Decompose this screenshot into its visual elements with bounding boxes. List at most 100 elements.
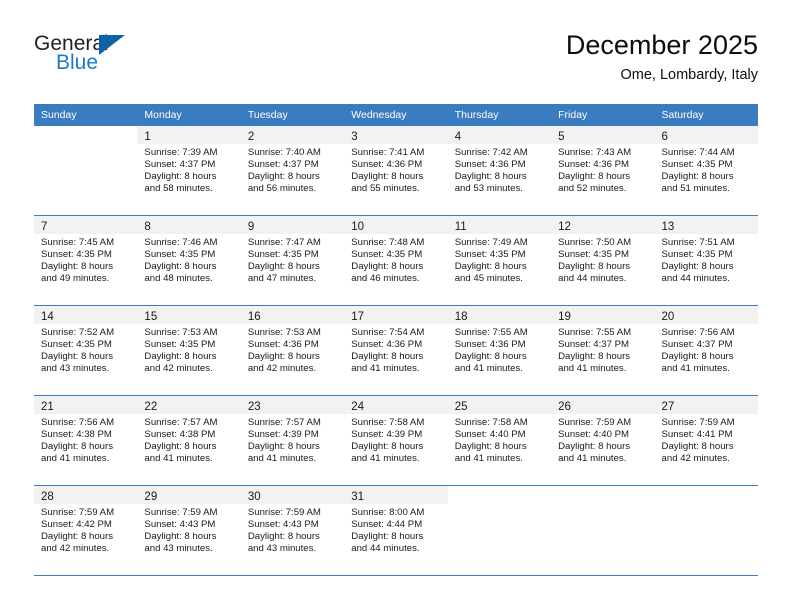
- day-cell-inner[interactable]: 22 Sunrise: 7:57 AM Sunset: 4:38 PM Dayligh…: [137, 396, 241, 485]
- day-number: 10: [351, 221, 365, 233]
- day-cell: [654, 485, 758, 576]
- daylight-text-line2: and 44 minutes.: [558, 272, 627, 284]
- title-block: December 2025 Ome, Lombardy, Italy: [566, 28, 758, 86]
- day-cell-inner[interactable]: 15 Sunrise: 7:53 AM Sunset: 4:35 PM Dayligh…: [137, 306, 241, 395]
- daylight-text-line1: Daylight: 8 hours: [247, 260, 320, 272]
- sunset-text: Sunset: 4:36 PM: [454, 338, 526, 350]
- day-cell-inner[interactable]: 31 Sunrise: 8:00 AM Sunset: 4:44 PM Dayligh…: [344, 486, 448, 575]
- day-number: 20: [661, 311, 675, 323]
- sunrise-text: Sunrise: 7:45 AM: [41, 237, 115, 248]
- day-cell: 10 Sunrise: 7:48 AM Sunset: 4:35 PM Dayligh…: [344, 215, 448, 306]
- sunrise-text: Sunrise: 7:46 AM: [144, 237, 218, 248]
- daylight-text-line1: Daylight: 8 hours: [144, 530, 217, 542]
- brand-name-blue: Blue: [56, 51, 99, 74]
- day-number: 26: [558, 401, 571, 413]
- daylight-text-line1: Daylight: 8 hours: [661, 170, 734, 182]
- daylight-text-line2: and 44 minutes.: [351, 542, 420, 554]
- day-cell-inner[interactable]: 13 Sunrise: 7:51 AM Sunset: 4:35 PM Dayligh…: [654, 216, 758, 305]
- day-cell-inner[interactable]: 26 Sunrise: 7:59 AM Sunset: 4:40 PM Dayligh…: [551, 396, 655, 485]
- daylight-text-line1: Daylight: 8 hours: [351, 440, 424, 452]
- day-cell-inner[interactable]: 8 Sunrise: 7:46 AM Sunset: 4:35 PM Daylight…: [137, 216, 241, 305]
- day-cell-inner[interactable]: 6 Sunrise: 7:44 AM Sunset: 4:35 PM Daylight…: [654, 126, 758, 215]
- sunrise-text: Sunrise: 7:56 AM: [41, 417, 115, 428]
- sunset-text: Sunset: 4:40 PM: [558, 428, 630, 440]
- sunset-text: Sunset: 4:42 PM: [41, 518, 112, 530]
- day-cell-inner: [655, 486, 758, 575]
- day-cell-inner[interactable]: 7 Sunrise: 7:45 AM Sunset: 4:35 PM Daylight…: [34, 216, 138, 305]
- daylight-text-line1: Daylight: 8 hours: [454, 350, 527, 362]
- day-cell-inner[interactable]: 17 Sunrise: 7:54 AM Sunset: 4:36 PM Dayligh…: [344, 306, 448, 395]
- sunset-text: Sunset: 4:41 PM: [661, 428, 733, 440]
- day-cell-inner[interactable]: 14 Sunrise: 7:52 AM Sunset: 4:35 PM Dayligh…: [34, 306, 138, 395]
- daylight-text-line1: Daylight: 8 hours: [247, 350, 320, 362]
- sunset-text: Sunset: 4:36 PM: [558, 158, 630, 170]
- daylight-text-line2: and 41 minutes.: [351, 452, 420, 464]
- sunrise-text: Sunrise: 7:56 AM: [661, 327, 735, 338]
- day-cell: [551, 485, 655, 576]
- daylight-text-line2: and 46 minutes.: [351, 272, 420, 284]
- day-cell-inner[interactable]: 24 Sunrise: 7:58 AM Sunset: 4:39 PM Dayligh…: [344, 396, 448, 485]
- sunset-text: Sunset: 4:40 PM: [454, 428, 526, 440]
- daylight-text-line2: and 43 minutes.: [144, 542, 213, 554]
- daylight-text-line2: and 55 minutes.: [351, 182, 420, 194]
- week-row: 14 Sunrise: 7:52 AM Sunset: 4:35 PM Dayligh…: [34, 305, 758, 396]
- daylight-text-line2: and 43 minutes.: [247, 542, 317, 554]
- day-cell-inner[interactable]: 23 Sunrise: 7:57 AM Sunset: 4:39 PM Dayligh…: [240, 396, 345, 485]
- sunset-text: Sunset: 4:38 PM: [41, 428, 112, 440]
- sunset-text: Sunset: 4:35 PM: [41, 248, 112, 260]
- day-cell-inner[interactable]: 21 Sunrise: 7:56 AM Sunset: 4:38 PM Dayligh…: [34, 396, 138, 485]
- day-number: 4: [454, 131, 462, 143]
- day-cell: 6 Sunrise: 7:44 AM Sunset: 4:35 PM Daylight…: [654, 125, 758, 216]
- day-cell-inner[interactable]: 28 Sunrise: 7:59 AM Sunset: 4:42 PM Dayligh…: [34, 486, 138, 575]
- day-cell-inner[interactable]: 20 Sunrise: 7:56 AM Sunset: 4:37 PM Dayligh…: [654, 306, 758, 395]
- weekday-header-wednesday: Wednesday: [344, 104, 448, 126]
- daylight-text-line1: Daylight: 8 hours: [558, 260, 631, 272]
- daylight-text-line1: Daylight: 8 hours: [41, 440, 113, 452]
- sunset-text: Sunset: 4:35 PM: [351, 248, 423, 260]
- daylight-text-line2: and 41 minutes.: [351, 362, 420, 374]
- sunset-text: Sunset: 4:35 PM: [247, 248, 319, 260]
- day-cell-inner[interactable]: 3 Sunrise: 7:41 AM Sunset: 4:36 PM Daylight…: [344, 126, 448, 215]
- weekday-header-row: Sunday Monday Tuesday Wednesday Thursday…: [34, 104, 758, 126]
- day-cell-inner[interactable]: 11 Sunrise: 7:49 AM Sunset: 4:35 PM Dayligh…: [447, 216, 552, 305]
- day-cell: 27 Sunrise: 7:59 AM Sunset: 4:41 PM Dayligh…: [654, 395, 758, 486]
- day-cell-inner[interactable]: 10 Sunrise: 7:48 AM Sunset: 4:35 PM Dayligh…: [344, 216, 448, 305]
- day-cell-inner[interactable]: 29 Sunrise: 7:59 AM Sunset: 4:43 PM Dayligh…: [137, 486, 241, 575]
- sunset-text: Sunset: 4:35 PM: [661, 248, 733, 260]
- day-cell-inner[interactable]: 30 Sunrise: 7:59 AM Sunset: 4:43 PM Dayligh…: [240, 486, 345, 575]
- weekday-header-thursday: Thursday: [447, 104, 552, 126]
- day-cell: 22 Sunrise: 7:57 AM Sunset: 4:38 PM Dayligh…: [137, 395, 241, 486]
- day-cell-inner[interactable]: 12 Sunrise: 7:50 AM Sunset: 4:35 PM Dayligh…: [551, 216, 655, 305]
- calendar-page: General Blue December 2025 Ome, Lombardy…: [0, 0, 792, 612]
- day-number: 25: [454, 401, 468, 413]
- day-cell-inner[interactable]: 27 Sunrise: 7:59 AM Sunset: 4:41 PM Dayligh…: [654, 396, 758, 485]
- day-cell-inner[interactable]: 1 Sunrise: 7:39 AM Sunset: 4:37 PM Daylight…: [137, 126, 241, 215]
- day-cell: 19 Sunrise: 7:55 AM Sunset: 4:37 PM Dayligh…: [551, 305, 655, 396]
- day-cell-inner[interactable]: 19 Sunrise: 7:55 AM Sunset: 4:37 PM Dayligh…: [551, 306, 655, 395]
- day-cell-inner[interactable]: 16 Sunrise: 7:53 AM Sunset: 4:36 PM Dayligh…: [240, 306, 345, 395]
- page-subtitle: Ome, Lombardy, Italy: [620, 67, 758, 83]
- daylight-text-line2: and 42 minutes.: [661, 452, 730, 464]
- day-number: 13: [661, 221, 675, 233]
- day-cell: 5 Sunrise: 7:43 AM Sunset: 4:36 PM Daylight…: [551, 125, 655, 216]
- week-row: 7 Sunrise: 7:45 AM Sunset: 4:35 PM Daylight…: [34, 215, 758, 306]
- sunrise-text: Sunrise: 7:44 AM: [661, 147, 735, 158]
- day-cell-inner[interactable]: 2 Sunrise: 7:40 AM Sunset: 4:37 PM Daylight…: [240, 126, 345, 215]
- day-cell-inner[interactable]: 25 Sunrise: 7:58 AM Sunset: 4:40 PM Dayligh…: [447, 396, 552, 485]
- daylight-text-line2: and 53 minutes.: [454, 182, 523, 194]
- day-cell-inner[interactable]: 5 Sunrise: 7:43 AM Sunset: 4:36 PM Daylight…: [551, 126, 655, 215]
- triangle-icon: [99, 35, 125, 55]
- sunrise-text: Sunrise: 7:59 AM: [247, 507, 321, 518]
- day-number: 24: [351, 401, 365, 413]
- day-cell-inner[interactable]: 18 Sunrise: 7:55 AM Sunset: 4:36 PM Dayligh…: [447, 306, 552, 395]
- day-cell-inner[interactable]: 4 Sunrise: 7:42 AM Sunset: 4:36 PM Daylight…: [447, 126, 552, 215]
- day-cell: 14 Sunrise: 7:52 AM Sunset: 4:35 PM Dayligh…: [34, 305, 138, 396]
- day-number: 31: [351, 491, 365, 503]
- page-title: December 2025: [565, 30, 758, 60]
- daylight-text-line1: Daylight: 8 hours: [351, 530, 424, 542]
- brand-logo[interactable]: General Blue: [34, 32, 154, 84]
- day-cell-inner[interactable]: 9 Sunrise: 7:47 AM Sunset: 4:35 PM Daylight…: [240, 216, 345, 305]
- daylight-text-line1: Daylight: 8 hours: [351, 350, 424, 362]
- daylight-text-line2: and 41 minutes.: [558, 452, 627, 464]
- daylight-text-line2: and 51 minutes.: [661, 182, 730, 194]
